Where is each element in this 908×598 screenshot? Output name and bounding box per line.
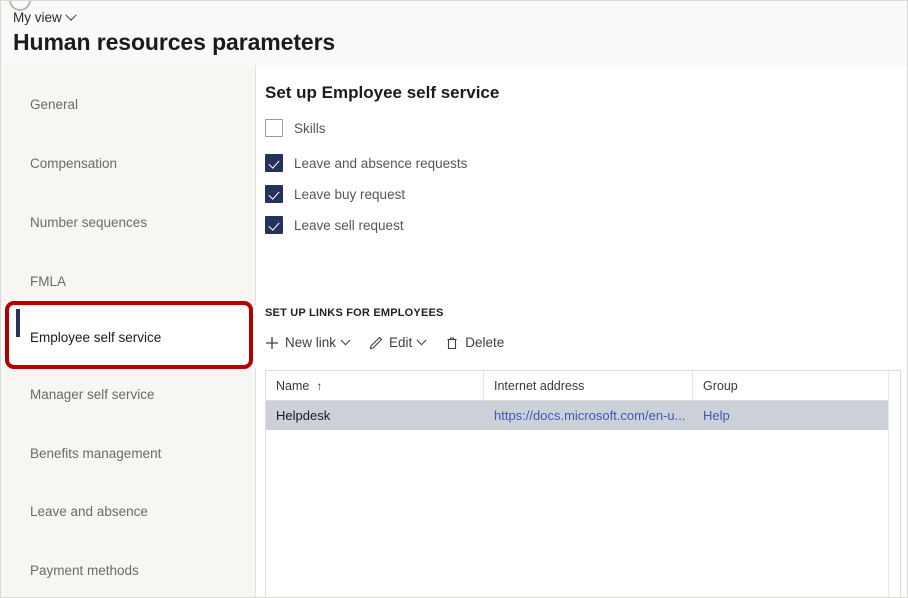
view-selector[interactable]: My view — [13, 9, 77, 25]
checkbox-skills[interactable] — [265, 119, 283, 137]
checkbox-leave-sell-request[interactable] — [265, 216, 283, 234]
column-header-label: Group — [703, 378, 738, 393]
sort-ascending-icon: ↑ — [316, 378, 323, 393]
pencil-icon — [369, 336, 383, 350]
sidebar-item-leave-and-absence[interactable]: Leave and absence — [1, 494, 256, 528]
main-content: Set up Employee self service Skills Leav… — [257, 65, 907, 597]
sidebar-item-label: Benefits management — [30, 445, 162, 461]
trash-icon — [445, 336, 459, 350]
sidebar-item-benefits-management[interactable]: Benefits management — [1, 436, 256, 470]
edit-label: Edit — [389, 335, 413, 350]
app-window: My view Human resources parameters Gener… — [0, 0, 908, 598]
sidebar-item-label: Employee self service — [30, 329, 162, 345]
sidebar-item-compensation[interactable]: Compensation — [1, 146, 256, 180]
sidebar-item-general[interactable]: General — [1, 87, 256, 121]
chevron-down-icon — [416, 335, 427, 346]
sidebar-nav: General Compensation Number sequences FM… — [1, 65, 256, 597]
checkbox-label: Skills — [294, 120, 326, 136]
sidebar-item-payment-methods[interactable]: Payment methods — [1, 553, 256, 587]
checkbox-label: Leave and absence requests — [294, 155, 468, 171]
table-row[interactable]: Helpdesk https://docs.microsoft.com/en-u… — [266, 401, 900, 430]
view-selector-label: My view — [13, 10, 62, 25]
column-header-name[interactable]: Name ↑ — [266, 371, 483, 400]
sidebar-item-label: Leave and absence — [30, 503, 148, 519]
sidebar-item-label: FMLA — [30, 273, 67, 289]
sidebar-item-label: General — [30, 96, 79, 112]
selection-indicator — [16, 309, 20, 337]
links-section-heading: SET UP LINKS FOR EMPLOYEES — [265, 307, 444, 319]
page-header: My view Human resources parameters — [1, 1, 907, 65]
column-header-label: Internet address — [494, 378, 585, 393]
column-header-label: Name — [276, 378, 310, 393]
checkbox-row-skills[interactable]: Skills — [265, 119, 326, 137]
sidebar-item-label: Number sequences — [30, 214, 148, 230]
section-title: Set up Employee self service — [265, 83, 500, 102]
sidebar-item-label: Compensation — [30, 155, 118, 171]
column-header-internet-address[interactable]: Internet address — [484, 371, 692, 400]
table-vertical-scrollbar[interactable] — [888, 371, 900, 597]
delete-button[interactable]: Delete — [445, 335, 504, 350]
checkbox-leave-buy-request[interactable] — [265, 185, 283, 203]
checkbox-row-leave-sell-request[interactable]: Leave sell request — [265, 216, 404, 234]
cell-internet-address[interactable]: https://docs.microsoft.com/en-u... — [484, 401, 692, 430]
checkbox-label: Leave sell request — [294, 217, 404, 233]
cell-group[interactable]: Help — [693, 401, 888, 430]
checkbox-label: Leave buy request — [294, 186, 406, 202]
new-link-button[interactable]: New link — [265, 335, 351, 350]
sidebar-item-manager-self-service[interactable]: Manager self service — [1, 377, 256, 411]
plus-icon — [265, 336, 279, 350]
page-title: Human resources parameters — [13, 29, 336, 55]
sidebar-item-fmla[interactable]: FMLA — [1, 264, 256, 298]
checkbox-row-leave-and-absence-requests[interactable]: Leave and absence requests — [265, 154, 467, 172]
cell-name: Helpdesk — [276, 408, 331, 423]
links-table: Name ↑ Internet address Group Helpdesk h… — [265, 370, 901, 597]
table-toolbar: New link Edit Delete — [265, 335, 504, 350]
column-header-group[interactable]: Group — [693, 371, 888, 400]
delete-label: Delete — [465, 335, 505, 350]
sidebar-item-label: Manager self service — [30, 386, 155, 402]
chevron-down-icon — [65, 9, 77, 21]
sidebar-item-employee-self-service[interactable]: Employee self service — [1, 306, 256, 368]
chevron-down-icon — [340, 335, 351, 346]
edit-button[interactable]: Edit — [369, 335, 427, 350]
checkbox-row-leave-buy-request[interactable]: Leave buy request — [265, 185, 405, 203]
checkbox-leave-and-absence-requests[interactable] — [265, 154, 283, 172]
sidebar-item-label: Payment methods — [30, 562, 139, 578]
new-link-label: New link — [285, 335, 337, 350]
table-header-row: Name ↑ Internet address Group — [266, 371, 900, 401]
sidebar-item-number-sequences[interactable]: Number sequences — [1, 205, 256, 239]
